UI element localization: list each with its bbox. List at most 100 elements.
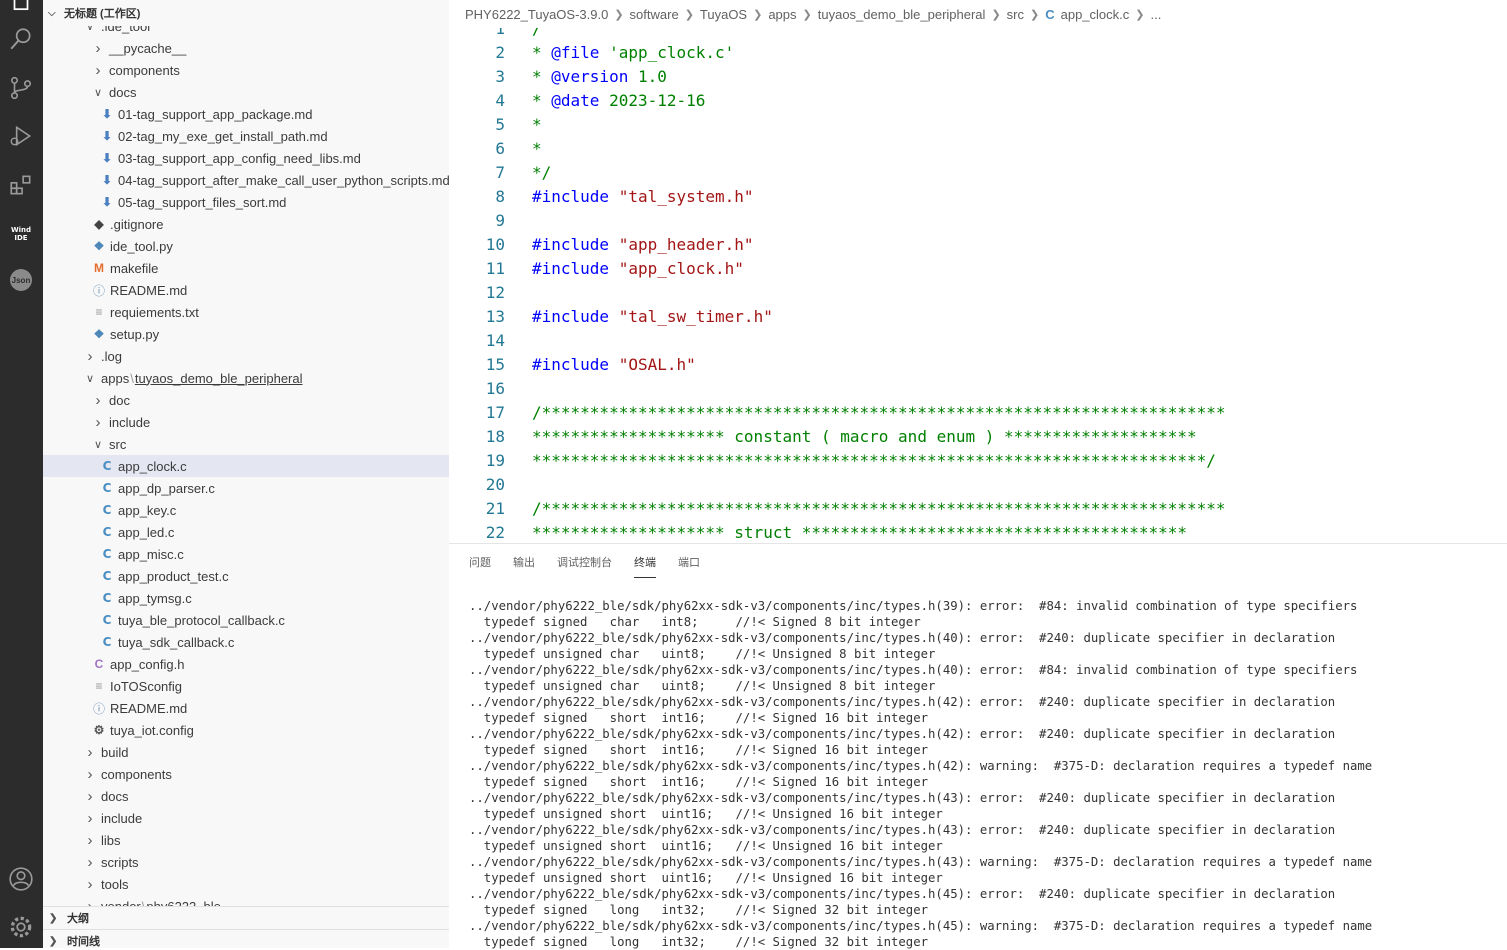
tree-item[interactable]: ⓘ README.md xyxy=(43,279,449,301)
tree-item[interactable]: Capp_product_test.c xyxy=(43,565,449,587)
code-line: 4 * @date 2023-12-16 xyxy=(449,88,1507,112)
tree-item[interactable]: ⬇ 01-tag_support_app_package.md xyxy=(43,103,449,125)
tree-item[interactable]: ∨ docs xyxy=(43,81,449,103)
search-icon[interactable] xyxy=(6,24,36,54)
c-file-icon: C xyxy=(102,503,112,517)
chevron-down-icon: ∨ xyxy=(93,438,103,451)
tree-item-label: doc xyxy=(109,392,130,408)
breadcrumb-item[interactable]: apps xyxy=(768,7,796,22)
code-text: */ xyxy=(532,163,551,182)
panel-tab[interactable]: 终端 xyxy=(634,554,656,578)
wind-ide-icon[interactable]: Wind IDE xyxy=(6,219,36,249)
tree-item-label: app_clock.c xyxy=(118,458,187,474)
tree-item[interactable]: ⓘ README.md xyxy=(43,697,449,719)
extensions-icon[interactable] xyxy=(6,170,36,200)
code-text: * xyxy=(532,139,542,158)
tree-item[interactable]: › build xyxy=(43,741,449,763)
tree-item[interactable]: ⬇ 05-tag_support_files_sort.md xyxy=(43,191,449,213)
code-editor[interactable]: 1/2 * @file 'app_clock.c' 3 * @version 1.0 4… xyxy=(449,28,1507,542)
tree-item[interactable]: Ctuya_ble_protocol_callback.c xyxy=(43,609,449,631)
breadcrumb-item[interactable]: app_clock.c xyxy=(1061,7,1130,22)
tree-item[interactable]: ⬇ 03-tag_support_app_config_need_libs.md xyxy=(43,147,449,169)
tree-item[interactable]: Ctuya_sdk_callback.c xyxy=(43,631,449,653)
tree-item[interactable]: › components xyxy=(43,763,449,785)
timeline-section[interactable]: ❯ 时间线 xyxy=(43,929,449,948)
tree-item-label: docs xyxy=(109,84,137,100)
tree-item[interactable]: Capp_led.c xyxy=(43,521,449,543)
terminal-line: ../vendor/phy6222_ble/sdk/phy62xx-sdk-v3… xyxy=(469,823,1336,837)
tree-item[interactable]: ❖ ide_tool.py xyxy=(43,235,449,257)
tree-item-label: src xyxy=(109,436,127,452)
tree-item[interactable]: Capp_clock.c xyxy=(43,455,449,477)
chevron-right-icon: ❯ xyxy=(614,8,624,21)
terminal-line: typedef unsigned short uint16; //!< Unsi… xyxy=(469,807,943,821)
tree-item-label: __pycache__ xyxy=(109,40,187,56)
c-file-icon: C xyxy=(102,525,112,539)
tree-item[interactable]: › components xyxy=(43,59,449,81)
panel-tab[interactable]: 输出 xyxy=(513,554,535,578)
tree-item[interactable]: › doc xyxy=(43,389,449,411)
c-file-icon: C xyxy=(102,481,112,495)
code-token: ****************************************… xyxy=(532,450,1216,470)
tree-item[interactable]: Capp_key.c xyxy=(43,499,449,521)
tree-item[interactable]: › docs xyxy=(43,785,449,807)
tree-item[interactable]: ❖ setup.py xyxy=(43,323,449,345)
tree-item[interactable]: ⬇ 04-tag_support_after_make_call_user_pyt… xyxy=(43,169,449,191)
markdown-file-icon: ⬇ xyxy=(101,195,113,209)
tree-item[interactable]: › .log xyxy=(43,345,449,367)
tree-item[interactable]: Capp_config.h xyxy=(43,653,449,675)
tree-item[interactable]: › include xyxy=(43,411,449,433)
account-icon[interactable] xyxy=(6,864,36,894)
line-number: 18 xyxy=(485,426,505,446)
settings-icon[interactable] xyxy=(6,912,36,942)
workspace-header[interactable]: ⌵ 无标题 (工作区) xyxy=(43,0,449,26)
tree-item[interactable]: ∨ apps \ tuyaos_demo_ble_peripheral xyxy=(43,367,449,389)
tree-item[interactable]: Mmakefile xyxy=(43,257,449,279)
breadcrumb-item[interactable]: tuyaos_demo_ble_peripheral xyxy=(818,7,986,22)
run-debug-icon[interactable] xyxy=(6,121,36,151)
breadcrumb-item[interactable]: PHY6222_TuyaOS-3.9.0 xyxy=(465,7,608,22)
tree-item[interactable]: ⬇ 02-tag_my_exe_get_install_path.md xyxy=(43,125,449,147)
c-file-icon: C xyxy=(102,547,112,561)
tree-item[interactable]: › tools xyxy=(43,873,449,895)
tree-item[interactable]: ∨ src xyxy=(43,433,449,455)
tree-item[interactable]: › __pycache__ xyxy=(43,37,449,59)
source-control-icon[interactable] xyxy=(6,73,36,103)
code-line: 19 **************************************… xyxy=(449,448,1507,472)
c-file-icon: C xyxy=(102,635,112,649)
breadcrumb-item[interactable]: src xyxy=(1007,7,1024,22)
python-file-icon: ❖ xyxy=(93,239,105,253)
tree-item[interactable]: ◆ .gitignore xyxy=(43,213,449,235)
tree-item[interactable]: ≡ IoTOSconfig xyxy=(43,675,449,697)
wind-ide-sublabel: IDE xyxy=(14,234,28,242)
breadcrumb-item[interactable]: TuyaOS xyxy=(700,7,747,22)
chevron-right-icon: › xyxy=(87,809,93,827)
code-token: * xyxy=(532,90,552,110)
terminal-line: ../vendor/phy6222_ble/sdk/phy62xx-sdk-v3… xyxy=(469,919,1373,933)
panel-tab[interactable]: 端口 xyxy=(678,554,700,578)
breadcrumb-item[interactable]: ... xyxy=(1150,7,1161,22)
json-icon[interactable]: Json xyxy=(6,265,36,295)
panel-tab[interactable]: 问题 xyxy=(469,554,491,578)
code-line: 6 * xyxy=(449,136,1507,160)
tree-item[interactable]: › libs xyxy=(43,829,449,851)
tree-item[interactable]: › include xyxy=(43,807,449,829)
breadcrumb-item[interactable]: software xyxy=(630,7,679,22)
outline-section[interactable]: ❯ 大纲 xyxy=(43,906,449,929)
tree-item[interactable]: Capp_misc.c xyxy=(43,543,449,565)
terminal-output[interactable]: ../vendor/phy6222_ble/sdk/phy62xx-sdk-v3… xyxy=(469,598,1499,950)
tree-item[interactable]: Capp_dp_parser.c xyxy=(43,477,449,499)
explorer-icon[interactable] xyxy=(6,0,36,22)
panel-tab[interactable]: 调试控制台 xyxy=(557,554,612,578)
line-number: 3 xyxy=(495,66,505,86)
c-file-icon: C xyxy=(1045,6,1055,22)
tree-item[interactable]: Capp_tymsg.c xyxy=(43,587,449,609)
tree-item[interactable]: › scripts xyxy=(43,851,449,873)
tree-item[interactable]: ≡ requiements.txt xyxy=(43,301,449,323)
panel-tabs: 问题 输出 调试控制台 终端 端口 xyxy=(469,554,722,578)
tree-item[interactable]: ⚙ tuya_iot.config xyxy=(43,719,449,741)
tree-item-label: tools xyxy=(101,876,129,892)
terminal-line: ../vendor/phy6222_ble/sdk/phy62xx-sdk-v3… xyxy=(469,791,1336,805)
code-token: "app_clock.h" xyxy=(618,258,744,278)
